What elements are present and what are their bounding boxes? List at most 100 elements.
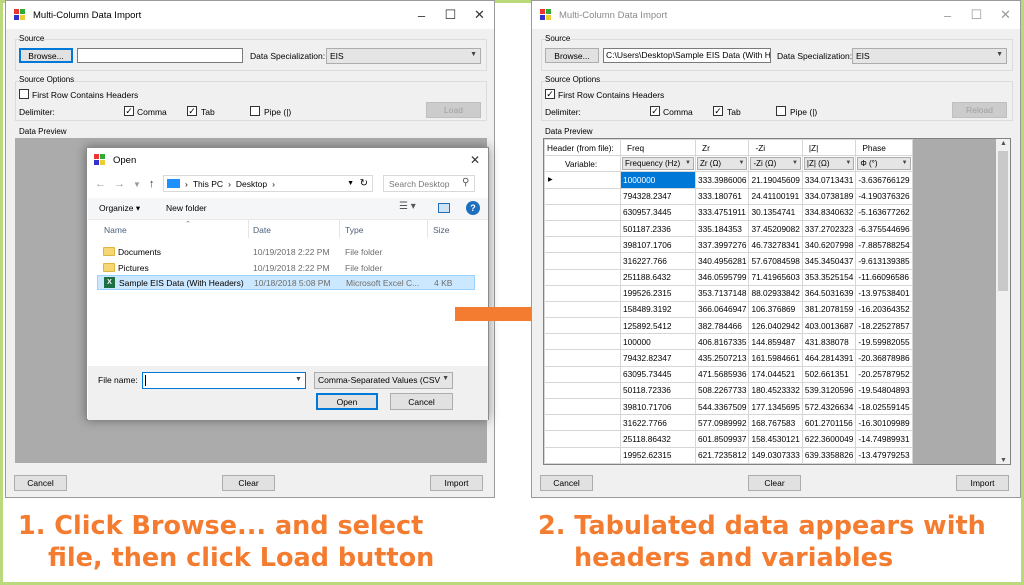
- row-header[interactable]: [544, 317, 621, 335]
- column-header-size[interactable]: Size: [433, 225, 450, 235]
- table-cell[interactable]: 168.767583: [748, 414, 803, 432]
- table-cell[interactable]: 345.3450437: [801, 252, 857, 270]
- table-cell[interactable]: -20.25787952: [855, 365, 913, 383]
- variable-select[interactable]: -Zi (Ω) ▼: [750, 157, 801, 171]
- table-cell[interactable]: -5.163677262: [855, 203, 913, 221]
- row-header[interactable]: [544, 219, 621, 238]
- table-cell[interactable]: 46.73278341: [748, 236, 803, 254]
- variable-select[interactable]: Φ (°) ▼: [857, 157, 911, 171]
- table-cell[interactable]: -9.613139385: [855, 252, 913, 270]
- variable-select[interactable]: Frequency (Hz) ▼: [622, 157, 694, 171]
- row-header[interactable]: [544, 268, 621, 286]
- data-specialization-select[interactable]: EIS ▼: [326, 48, 481, 64]
- table-cell[interactable]: 464.2814391: [801, 349, 857, 367]
- table-cell[interactable]: 174.044521: [748, 365, 803, 383]
- table-cell[interactable]: -19.54804893: [855, 381, 913, 400]
- table-cell[interactable]: 577.0989992: [694, 414, 750, 432]
- table-cell[interactable]: 125892.5412: [620, 317, 696, 335]
- forward-arrow-icon[interactable]: →: [114, 178, 125, 190]
- table-cell[interactable]: -20.36878986: [855, 349, 913, 367]
- table-cell[interactable]: 180.4523332: [748, 381, 803, 400]
- table-cell[interactable]: 30.1354741: [748, 203, 803, 221]
- column-header-name[interactable]: Name: [104, 225, 127, 235]
- table-cell[interactable]: 346.0595799: [694, 268, 750, 286]
- cancel-button[interactable]: Cancel: [14, 475, 67, 491]
- row-header[interactable]: [544, 236, 621, 254]
- maximize-icon[interactable]: ☐: [436, 1, 465, 29]
- table-cell[interactable]: 337.2702323: [801, 219, 857, 238]
- row-header[interactable]: [544, 414, 621, 432]
- row-header[interactable]: [544, 365, 621, 383]
- row-header[interactable]: [544, 349, 621, 367]
- header-cell[interactable]: Phase: [855, 139, 913, 157]
- row-header[interactable]: [544, 381, 621, 400]
- table-cell[interactable]: 406.8167335: [694, 333, 750, 351]
- table-cell[interactable]: 21.19045609: [748, 171, 803, 189]
- header-cell[interactable]: -Zi: [748, 139, 803, 157]
- close-icon[interactable]: ✕: [465, 1, 494, 29]
- header-cell[interactable]: Zr: [694, 139, 750, 157]
- table-cell[interactable]: 50118.72336: [620, 381, 696, 400]
- table-cell[interactable]: -14.74989931: [855, 430, 913, 448]
- table-cell[interactable]: 19952.62315: [620, 446, 696, 464]
- table-cell[interactable]: 353.3525154: [801, 268, 857, 286]
- up-arrow-icon[interactable]: ↑: [149, 178, 155, 190]
- back-arrow-icon[interactable]: ←: [95, 178, 106, 190]
- table-cell[interactable]: 333.3986006: [694, 171, 750, 189]
- row-header[interactable]: [544, 284, 621, 302]
- table-cell[interactable]: 334.8340632: [801, 203, 857, 221]
- table-cell[interactable]: 601.2701156: [801, 414, 857, 432]
- file-name-input[interactable]: [142, 372, 306, 389]
- tab-checkbox[interactable]: ✓: [713, 106, 723, 116]
- address-bar[interactable]: › This PC › Desktop › ▼ ↻: [163, 175, 373, 192]
- comma-checkbox[interactable]: ✓: [124, 106, 134, 116]
- table-cell[interactable]: 508.2267733: [694, 381, 750, 400]
- close-icon[interactable]: ✕: [991, 1, 1020, 29]
- file-list-item[interactable]: Documents 10/19/2018 2:22 PM File folder: [97, 244, 475, 259]
- table-cell[interactable]: 630957.3445: [620, 203, 696, 221]
- table-cell[interactable]: 398107.1706: [620, 236, 696, 254]
- table-cell[interactable]: 334.0738189: [801, 187, 857, 205]
- table-cell[interactable]: 316227.766: [620, 252, 696, 270]
- scroll-down-icon[interactable]: ▼: [1000, 457, 1007, 464]
- table-cell[interactable]: 37.45209082: [748, 219, 803, 238]
- table-cell[interactable]: 572.4326634: [801, 397, 857, 416]
- table-cell[interactable]: -18.02559145: [855, 397, 913, 416]
- table-cell[interactable]: 335.184353: [694, 219, 750, 238]
- first-row-headers-checkbox[interactable]: [19, 89, 29, 99]
- table-cell[interactable]: 471.5685936: [694, 365, 750, 383]
- table-cell[interactable]: -18.22527857: [855, 317, 913, 335]
- table-cell[interactable]: -11.66096586: [855, 268, 913, 286]
- table-cell[interactable]: 382.784466: [694, 317, 750, 335]
- header-cell[interactable]: Freq: [620, 139, 696, 157]
- row-header[interactable]: [544, 187, 621, 205]
- first-row-headers-checkbox[interactable]: ✓: [545, 89, 555, 99]
- row-header[interactable]: ▶: [544, 171, 621, 189]
- comma-checkbox[interactable]: ✓: [650, 106, 660, 116]
- data-specialization-select[interactable]: EIS ▼: [852, 48, 1007, 64]
- minimize-icon[interactable]: –: [407, 1, 436, 29]
- table-cell[interactable]: 539.3120596: [801, 381, 857, 400]
- refresh-icon[interactable]: ↻: [360, 178, 368, 189]
- vertical-scrollbar[interactable]: ▲ ▼: [996, 139, 1010, 464]
- row-header[interactable]: [544, 300, 621, 319]
- table-cell[interactable]: 381.2078159: [801, 300, 857, 319]
- table-cell[interactable]: -19.59982055: [855, 333, 913, 351]
- table-cell[interactable]: 366.0646947: [694, 300, 750, 319]
- row-header[interactable]: [544, 397, 621, 416]
- breadcrumb-desktop[interactable]: Desktop: [236, 179, 267, 189]
- preview-pane-icon[interactable]: [438, 203, 450, 213]
- table-cell[interactable]: 71.41965603: [748, 268, 803, 286]
- table-cell[interactable]: 431.838078: [801, 333, 857, 351]
- recent-chevron-icon[interactable]: ▼: [133, 180, 141, 189]
- table-cell[interactable]: -13.97538401: [855, 284, 913, 302]
- table-cell[interactable]: 333.4751911: [694, 203, 750, 221]
- table-cell[interactable]: 100000: [620, 333, 696, 351]
- dialog-cancel-button[interactable]: Cancel: [390, 393, 453, 410]
- table-cell[interactable]: -3.636766129: [855, 171, 913, 189]
- header-cell[interactable]: |Z|: [801, 139, 857, 157]
- row-header[interactable]: [544, 252, 621, 270]
- column-header-date[interactable]: Date: [253, 225, 271, 235]
- row-header[interactable]: [544, 430, 621, 448]
- load-button[interactable]: Load: [426, 102, 481, 118]
